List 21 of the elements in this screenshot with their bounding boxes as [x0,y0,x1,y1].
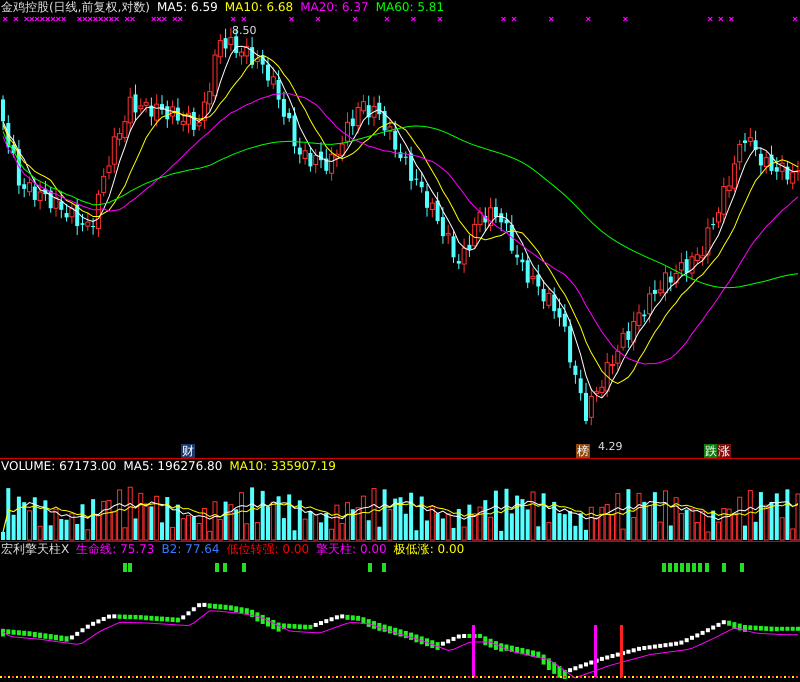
indicator-value: 生命线: 75.73 [76,542,154,557]
indicator-value: MA10: 335907.19 [229,459,336,474]
indicator-value: MA60: 5.81 [376,0,444,15]
indicator-value: B2: 77.64 [161,542,220,557]
event-marker[interactable]: 财 [181,444,195,458]
high-price-label: 8.50 [232,25,256,37]
low-price-label: 4.29 [598,441,622,453]
indicator-value: MA20: 6.37 [300,0,369,15]
signal-bar [594,625,597,677]
event-marker[interactable]: 涨 [717,444,731,458]
signal-bar [472,625,475,677]
indicator-value: VOLUME: 67173.00 [1,459,116,474]
indicator-value: MA5: 6.59 [157,0,218,15]
indicator-value: 低位转强: 0.00 [226,542,310,557]
indicator-value: 擎天柱: 0.00 [316,542,387,557]
indicator-value: 极低涨: 0.00 [394,542,464,557]
event-marker[interactable]: 榜 [576,444,590,458]
indicator-value: MA5: 196276.80 [123,459,222,474]
indicator-value: MA10: 6.68 [224,0,294,15]
event-marker[interactable]: 跌 [704,444,718,458]
signal-bar [620,625,623,677]
